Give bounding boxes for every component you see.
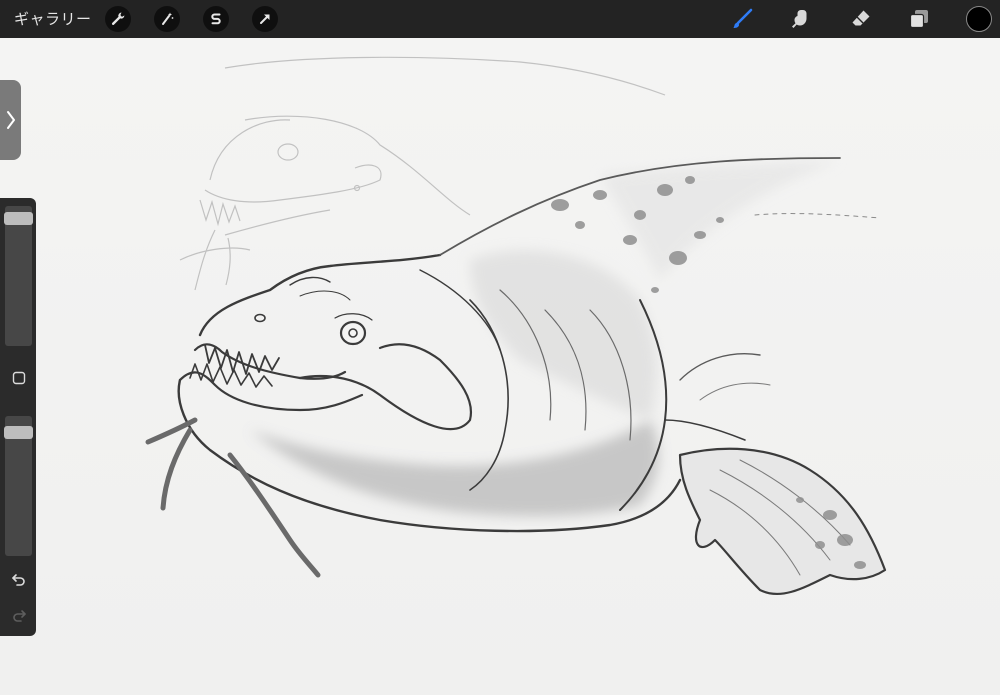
sidebar-collapse-tab[interactable] (0, 80, 21, 160)
arrow-cursor-icon (260, 14, 270, 24)
undo-icon (11, 574, 25, 586)
adjustments-button[interactable] (154, 6, 180, 32)
drawing-canvas[interactable] (0, 38, 1000, 695)
redo-button[interactable] (5, 604, 32, 628)
brush-size-thumb[interactable] (4, 212, 33, 225)
brush-size-slider[interactable] (4, 206, 33, 346)
creature-outline (145, 157, 887, 595)
opacity-slider[interactable] (4, 416, 33, 556)
sketch-artwork (145, 56, 887, 595)
gallery-button[interactable]: ギャラリー (14, 8, 92, 29)
layers-icon (909, 10, 928, 29)
actions-button[interactable] (105, 6, 131, 32)
undo-button[interactable] (5, 568, 32, 592)
brush-icon (733, 8, 753, 29)
selection-button[interactable] (203, 6, 229, 32)
eraser-tool-button[interactable] (846, 5, 876, 33)
selection-s-icon (211, 13, 221, 25)
smudge-tool-button[interactable] (786, 5, 816, 33)
layers-button[interactable] (904, 5, 934, 33)
color-swatch-button[interactable] (966, 6, 992, 32)
transform-button[interactable] (252, 6, 278, 32)
smudge-finger-icon (792, 10, 807, 28)
chevron-right-icon (6, 111, 15, 129)
square-icon (12, 371, 25, 385)
opacity-thumb[interactable] (4, 426, 33, 439)
top-toolbar: ギャラリー (0, 0, 1000, 38)
wrench-icon (111, 12, 125, 25)
redo-icon (12, 610, 26, 622)
sidebar (0, 198, 36, 636)
background-sketch (179, 56, 666, 291)
modify-button[interactable] (5, 366, 32, 390)
brush-tool-button[interactable] (727, 5, 757, 33)
magic-wand-icon (162, 12, 174, 25)
eraser-icon (852, 10, 870, 26)
